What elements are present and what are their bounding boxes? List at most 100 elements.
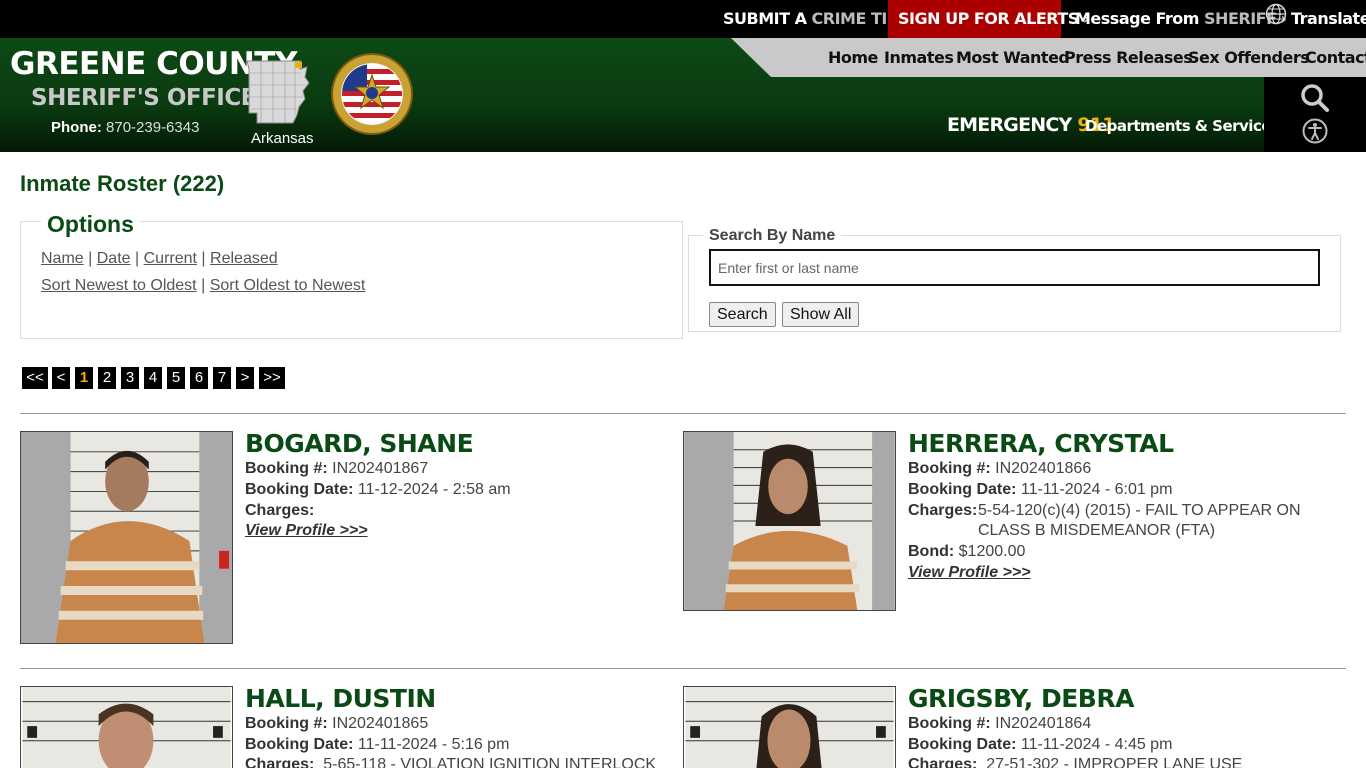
globe-icon <box>1265 1 1287 39</box>
nav-press-releases[interactable]: Press Releases <box>1064 38 1193 77</box>
crime-tip-label-accent: CRIME TIP <box>811 9 899 28</box>
sort-oldest-link[interactable]: Sort Oldest to Newest <box>210 277 366 294</box>
translate-label: Translate <box>1291 9 1366 28</box>
filter-released-link[interactable]: Released <box>210 250 278 267</box>
options-legend: Options <box>41 211 140 238</box>
booking-number-value: IN202401867 <box>332 460 429 477</box>
departments-label: Departments & Services <box>1085 117 1280 135</box>
alerts-label: SIGN UP FOR ALERTS <box>898 9 1079 28</box>
booking-number-label: Booking #: <box>908 715 991 732</box>
booking-number: Booking #: IN202401866 <box>908 460 1091 478</box>
state-label: Arkansas <box>251 130 314 147</box>
charges-label: Charges: <box>245 756 315 768</box>
phone-label: Phone: <box>51 119 102 136</box>
booking-date-value: 11-11-2024 - 5:16 pm <box>357 736 510 753</box>
charges-value: 27-51-302 - IMPROPER LANE USE <box>986 756 1243 768</box>
pager-page-7[interactable]: 7 <box>213 367 231 389</box>
site-subtitle[interactable]: SHERIFF'S OFFICE <box>31 85 256 111</box>
pager-page-6[interactable]: 6 <box>190 367 208 389</box>
arkansas-map-icon <box>246 60 310 124</box>
pager-page-5[interactable]: 5 <box>167 367 185 389</box>
nav-contact[interactable]: Contact <box>1305 38 1366 77</box>
inmate-name[interactable]: BOGARD, SHANE <box>245 429 474 458</box>
charges-label-row: Charges: <box>908 502 977 520</box>
pager-page-3[interactable]: 3 <box>121 367 139 389</box>
divider <box>20 413 1346 414</box>
pager-page-2[interactable]: 2 <box>98 367 116 389</box>
name-search-input[interactable] <box>709 249 1320 286</box>
booking-number-label: Booking #: <box>245 460 328 477</box>
charges: Charges: 5-65-118 - VIOLATION IGNITION I… <box>245 756 656 768</box>
inmate-name[interactable]: HERRERA, CRYSTAL <box>908 429 1174 458</box>
nav-home[interactable]: Home <box>828 38 878 77</box>
pager-page-4[interactable]: 4 <box>144 367 162 389</box>
pager-page-1[interactable]: 1 <box>75 367 93 389</box>
inmate-mugshot[interactable] <box>20 686 233 768</box>
booking-date-value: 11-12-2024 - 2:58 am <box>357 481 511 498</box>
charges: Charges: <box>245 502 314 520</box>
phone-number[interactable]: 870-239-6343 <box>106 119 199 136</box>
booking-date-label: Booking Date: <box>908 736 1017 753</box>
pager-first[interactable]: << <box>22 367 48 389</box>
charges-label: Charges: <box>245 502 315 519</box>
phone-info: Phone: 870-239-6343 <box>51 119 199 136</box>
main-navigation: Home Inmates Most Wanted Press Releases … <box>731 38 1366 77</box>
site-header: GREENE COUNTY SHERIFF'S OFFICE Phone: 87… <box>0 38 1366 152</box>
booking-date: Booking Date: 11-11-2024 - 6:01 pm <box>908 481 1172 499</box>
inmate-name[interactable]: GRIGSBY, DEBRA <box>908 684 1134 713</box>
booking-number: Booking #: IN202401865 <box>245 715 428 733</box>
pager-last[interactable]: >> <box>259 367 285 389</box>
view-profile-link[interactable]: View Profile >>> <box>908 564 1031 582</box>
message-label: Message From <box>1075 9 1199 28</box>
charges-value: 5-54-120(c)(4) (2015) - FAIL TO APPEAR O… <box>978 502 1301 539</box>
charges-label: Charges: <box>908 756 978 768</box>
search-legend: Search By Name <box>703 227 842 245</box>
nav-sex-offenders[interactable]: Sex Offenders <box>1188 38 1310 77</box>
view-profile-link[interactable]: View Profile >>> <box>245 522 368 540</box>
separator: | <box>201 277 206 294</box>
booking-number-value: IN202401865 <box>332 715 429 732</box>
bond-label: Bond: <box>908 543 955 560</box>
inmate-name[interactable]: HALL, DUSTIN <box>245 684 436 713</box>
inmate-mugshot[interactable] <box>20 431 233 644</box>
charges: Charges: 27-51-302 - IMPROPER LANE USE <box>908 756 1242 768</box>
show-all-button[interactable]: Show All <box>782 302 860 327</box>
page-title: Inmate Roster (222) <box>20 171 225 196</box>
search-button[interactable]: Search <box>709 302 776 327</box>
pager-next[interactable]: > <box>236 367 254 389</box>
submit-crime-tip-link[interactable]: SUBMIT A CRIME TIP› <box>723 0 909 38</box>
search-icon[interactable] <box>1300 83 1330 113</box>
sign-up-alerts-link[interactable]: SIGN UP FOR ALERTS › <box>888 0 1089 38</box>
booking-date-label: Booking Date: <box>908 481 1017 498</box>
sort-by-date-link[interactable]: Date <box>97 250 131 267</box>
inmate-mugshot[interactable] <box>683 431 896 611</box>
filter-current-link[interactable]: Current <box>144 250 197 267</box>
accessibility-icon[interactable] <box>1302 118 1328 144</box>
message-from-sheriff-link[interactable]: Message From SHERIFF › <box>1075 0 1287 38</box>
emergency-label: EMERGENCY <box>947 114 1072 136</box>
booking-date-label: Booking Date: <box>245 481 354 498</box>
utility-bar: SUBMIT A CRIME TIP› SIGN UP FOR ALERTS› … <box>0 0 1366 38</box>
divider <box>20 668 1346 669</box>
booking-number: Booking #: IN202401864 <box>908 715 1091 733</box>
booking-number-value: IN202401866 <box>995 460 1092 477</box>
sort-by-name-link[interactable]: Name <box>41 250 84 267</box>
bond-value: $1200.00 <box>958 543 1026 560</box>
separator: | <box>88 250 93 267</box>
charges-value: 5-65-118 - VIOLATION IGNITION INTERLOCK <box>323 756 657 768</box>
nav-most-wanted[interactable]: Most Wanted <box>956 38 1070 77</box>
pager-prev[interactable]: < <box>52 367 70 389</box>
nav-inmates[interactable]: Inmates <box>884 38 954 77</box>
crime-tip-label: SUBMIT A <box>723 9 807 28</box>
sort-newest-link[interactable]: Sort Newest to Oldest <box>41 277 197 294</box>
sheriff-seal-logo[interactable] <box>331 53 413 135</box>
separator: | <box>135 250 140 267</box>
booking-date-label: Booking Date: <box>245 736 354 753</box>
separator: | <box>201 250 206 267</box>
order-options: Sort Newest to Oldest | Sort Oldest to N… <box>41 277 365 295</box>
booking-number-label: Booking #: <box>245 715 328 732</box>
inmate-mugshot[interactable] <box>683 686 896 768</box>
booking-number-label: Booking #: <box>908 460 991 477</box>
translate-button[interactable]: Translate <box>1265 0 1366 38</box>
booking-date-value: 11-11-2024 - 4:45 pm <box>1020 736 1173 753</box>
